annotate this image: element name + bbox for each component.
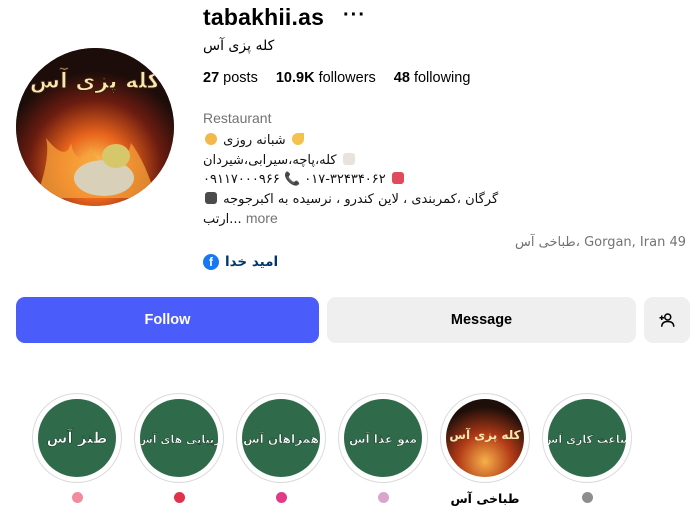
highlight-cover: کله پزی آس <box>440 393 530 483</box>
bio-line-1-text: شبانه روزی <box>223 133 286 148</box>
facebook-link-text: امید خدا <box>225 254 279 270</box>
svg-text:همراهان آس: همراهان آس <box>243 431 319 446</box>
svg-text:ساعت کاری آس: ساعت کاری آس <box>548 432 626 446</box>
svg-text:زیبایی های آس: زیبایی های آس <box>140 432 218 446</box>
followers-label: followers <box>318 70 376 86</box>
highlight-label <box>236 491 326 507</box>
sheep-emoji-icon <box>342 153 355 165</box>
highlight-cover-image: کله پزی آس <box>446 399 524 477</box>
bio-line-2-text: کله،پاچه،سیرابی،شیردان <box>203 153 337 168</box>
svg-text:منو غذا آس: منو غذا آس <box>349 431 417 447</box>
more-options-icon[interactable]: ··· <box>343 4 366 27</box>
following-link[interactable]: 48 following <box>394 70 471 86</box>
highlight-cover: همراهان آس <box>236 393 326 483</box>
svg-text:کله پزی آس: کله پزی آس <box>449 427 520 442</box>
highlight-cover-image: زیبایی های آس <box>140 399 218 477</box>
profile-category: Restaurant <box>203 110 272 126</box>
following-label: following <box>413 70 471 86</box>
bio-line-3: ۰۹۱۱۷۰۰۰۹۶۶ 📞 ۰۱۷-۳۲۴۳۴۰۶۲ <box>203 172 406 187</box>
bio-line-5-text: ارتب... <box>203 212 242 227</box>
bio-line-1: شبانه روزی <box>203 133 306 148</box>
highlight-item[interactable]: زیبایی های آس <box>134 393 224 507</box>
highlight-cover-image: منو غذا آس <box>344 399 422 477</box>
bio-line-4: گرگان ،کمربندی ، لاین کندرو ، نرسیده به … <box>203 192 498 207</box>
location-emoji-icon <box>205 192 217 204</box>
restaurant-logo: کله پزی آس <box>16 48 174 206</box>
highlight-label <box>134 491 224 507</box>
highlight-label: طباخی آس <box>450 491 520 506</box>
moon-emoji-icon <box>291 133 304 145</box>
profile-stats: 27 posts 10.9K followers 48 following <box>203 70 488 86</box>
highlight-label <box>32 491 122 507</box>
followers-number: 10.9K <box>275 70 315 86</box>
telephone-emoji-icon <box>391 172 404 184</box>
suggested-accounts-button[interactable] <box>644 297 690 343</box>
profile-location[interactable]: طباخی آس، Gorgan, Iran 49 <box>515 235 686 250</box>
username: tabakhii.as <box>203 4 325 30</box>
highlight-item[interactable]: کله پزی آس طباخی آس <box>440 393 530 507</box>
add-person-icon <box>659 313 675 327</box>
laughing-emoji-icon <box>71 492 83 503</box>
smile-emoji-icon <box>205 133 217 145</box>
facebook-link[interactable]: f امید خدا <box>203 254 278 270</box>
highlight-cover-image: طنز آس <box>38 399 116 477</box>
highlight-label <box>542 491 632 507</box>
highlight-cover: ساعت کاری آس <box>542 393 632 483</box>
bio-line-4-text: گرگان ،کمربندی ، لاین کندرو ، نرسیده به … <box>223 192 499 207</box>
message-button[interactable]: Message <box>327 297 636 343</box>
svg-text:طنز آس: طنز آس <box>47 429 108 447</box>
highlight-item[interactable]: منو غذا آس <box>338 393 428 507</box>
svg-text:کله پزی آس: کله پزی آس <box>30 66 161 94</box>
bio-line-2: کله،پاچه،سیرابی،شیردان <box>203 153 357 168</box>
profile-avatar[interactable]: کله پزی آس <box>16 48 174 206</box>
posts-count: 27 posts <box>203 70 258 86</box>
posts-label: posts <box>223 70 258 86</box>
high-heel-emoji-icon <box>275 492 287 503</box>
bio-line-5: ارتب... more <box>203 210 278 227</box>
highlight-cover: زیبایی های آس <box>134 393 224 483</box>
follow-button[interactable]: Follow <box>16 297 319 343</box>
highlight-label <box>338 491 428 507</box>
highlight-cover-image: ساعت کاری آس <box>548 399 626 477</box>
highlight-cover: طنز آس <box>32 393 122 483</box>
bio-line-3-text: ۰۹۱۱۷۰۰۰۹۶۶ 📞 ۰۱۷-۳۲۴۳۴۰۶۲ <box>203 172 386 187</box>
clock-emoji-icon <box>581 492 593 503</box>
highlight-cover-image: همراهان آس <box>242 399 320 477</box>
highlight-item[interactable]: ساعت کاری آس <box>542 393 632 507</box>
posts-number: 27 <box>203 70 220 86</box>
highlight-cover: منو غذا آس <box>338 393 428 483</box>
bio-more-link[interactable]: more <box>246 210 278 226</box>
heart-emoji-icon <box>173 492 185 503</box>
facebook-icon: f <box>203 254 219 270</box>
following-number: 48 <box>393 70 410 86</box>
profile-full-name: کله پزی آس <box>203 38 275 54</box>
menu-emoji-icon <box>377 492 389 503</box>
highlight-item[interactable]: طنز آس <box>32 393 122 507</box>
followers-link[interactable]: 10.9K followers <box>276 70 376 86</box>
highlight-item[interactable]: همراهان آس <box>236 393 326 507</box>
